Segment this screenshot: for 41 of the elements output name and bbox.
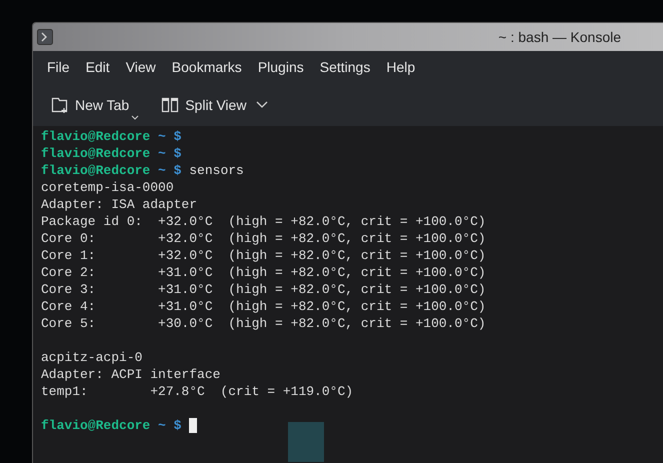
prompt-path: ~	[158, 417, 166, 434]
prompt-path: ~	[158, 162, 166, 179]
prompt-user: flavio@Redcore	[41, 417, 150, 434]
terminal-icon	[37, 29, 53, 45]
new-tab-icon	[51, 96, 69, 114]
prompt-path: ~	[158, 128, 166, 145]
menu-item[interactable]: Bookmarks	[164, 53, 250, 82]
output-line: temp1: +27.8°C (crit = +119.0°C)	[41, 383, 354, 400]
output-line: Package id 0: +32.0°C (high = +82.0°C, crit = +100.0°C)	[41, 213, 486, 230]
command-text: sensors	[189, 162, 244, 179]
menu-item[interactable]: Help	[378, 53, 424, 82]
prompt-user: flavio@Redcore	[41, 145, 150, 162]
prompt-symbol: $	[174, 162, 182, 179]
prompt-path: ~	[158, 145, 166, 162]
output-line: Core 3: +31.0°C (high = +82.0°C, crit = +100.0°C)	[41, 281, 486, 298]
split-view-button[interactable]: Split View	[155, 90, 274, 120]
prompt-symbol: $	[174, 417, 182, 434]
caret-icon	[131, 114, 140, 120]
output-line: Core 0: +32.0°C (high = +82.0°C, crit = +100.0°C)	[41, 230, 486, 247]
output-line: coretemp-isa-0000	[41, 179, 174, 196]
menu-item[interactable]: Settings	[312, 53, 378, 82]
output-line: Adapter: ACPI interface	[41, 366, 220, 383]
output-line: Core 2: +31.0°C (high = +82.0°C, crit = +100.0°C)	[41, 264, 486, 281]
output-line: Core 5: +30.0°C (high = +82.0°C, crit = +100.0°C)	[41, 315, 486, 332]
prompt-user: flavio@Redcore	[41, 162, 150, 179]
chevron-down-icon	[256, 101, 268, 109]
output-line: Adapter: ISA adapter	[41, 196, 198, 213]
overlay-block	[288, 422, 324, 462]
prompt-symbol: $	[174, 128, 182, 145]
menu-item[interactable]: Plugins	[250, 53, 312, 82]
new-tab-button[interactable]: New Tab	[45, 90, 146, 120]
window-title: ~ : bash — Konsole	[498, 28, 621, 46]
menu-item[interactable]: View	[118, 53, 164, 82]
prompt-symbol: $	[174, 145, 182, 162]
menu-item[interactable]: File	[39, 53, 78, 82]
output-line: Core 4: +31.0°C (high = +82.0°C, crit = +100.0°C)	[41, 298, 486, 315]
split-view-icon	[161, 96, 180, 114]
prompt-user: flavio@Redcore	[41, 128, 150, 145]
menu-item[interactable]: Edit	[78, 53, 118, 82]
output-line: acpitz-acpi-0	[41, 349, 142, 366]
output-line: Core 1: +32.0°C (high = +82.0°C, crit = +100.0°C)	[41, 247, 486, 264]
